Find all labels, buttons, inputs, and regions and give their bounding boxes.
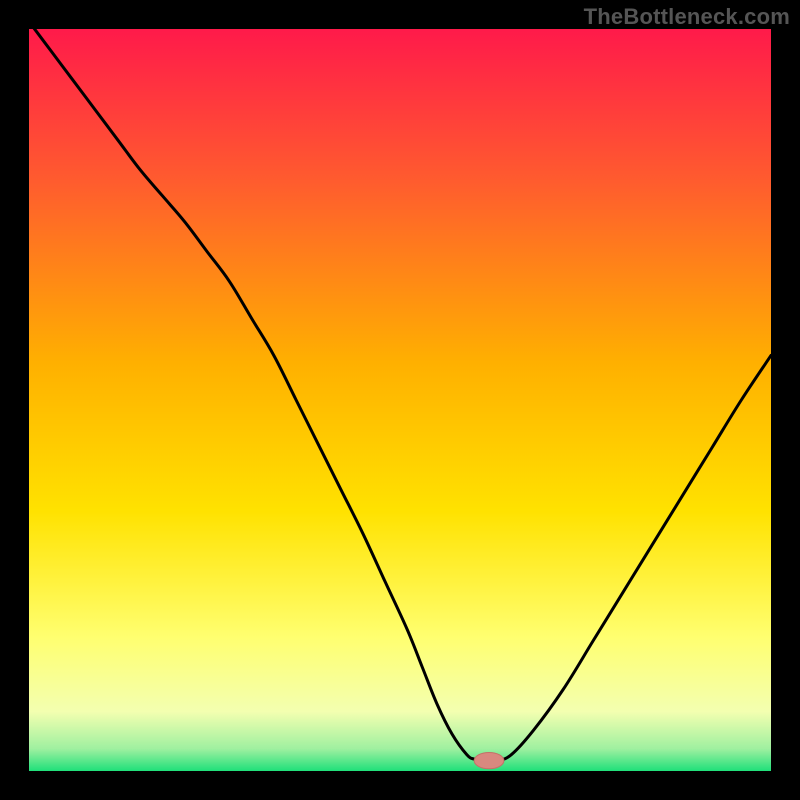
optimal-marker	[474, 752, 504, 768]
watermark-text: TheBottleneck.com	[584, 4, 790, 30]
bottleneck-chart	[29, 29, 771, 771]
chart-frame: TheBottleneck.com	[0, 0, 800, 800]
plot-area	[29, 29, 771, 771]
gradient-background	[29, 29, 771, 771]
